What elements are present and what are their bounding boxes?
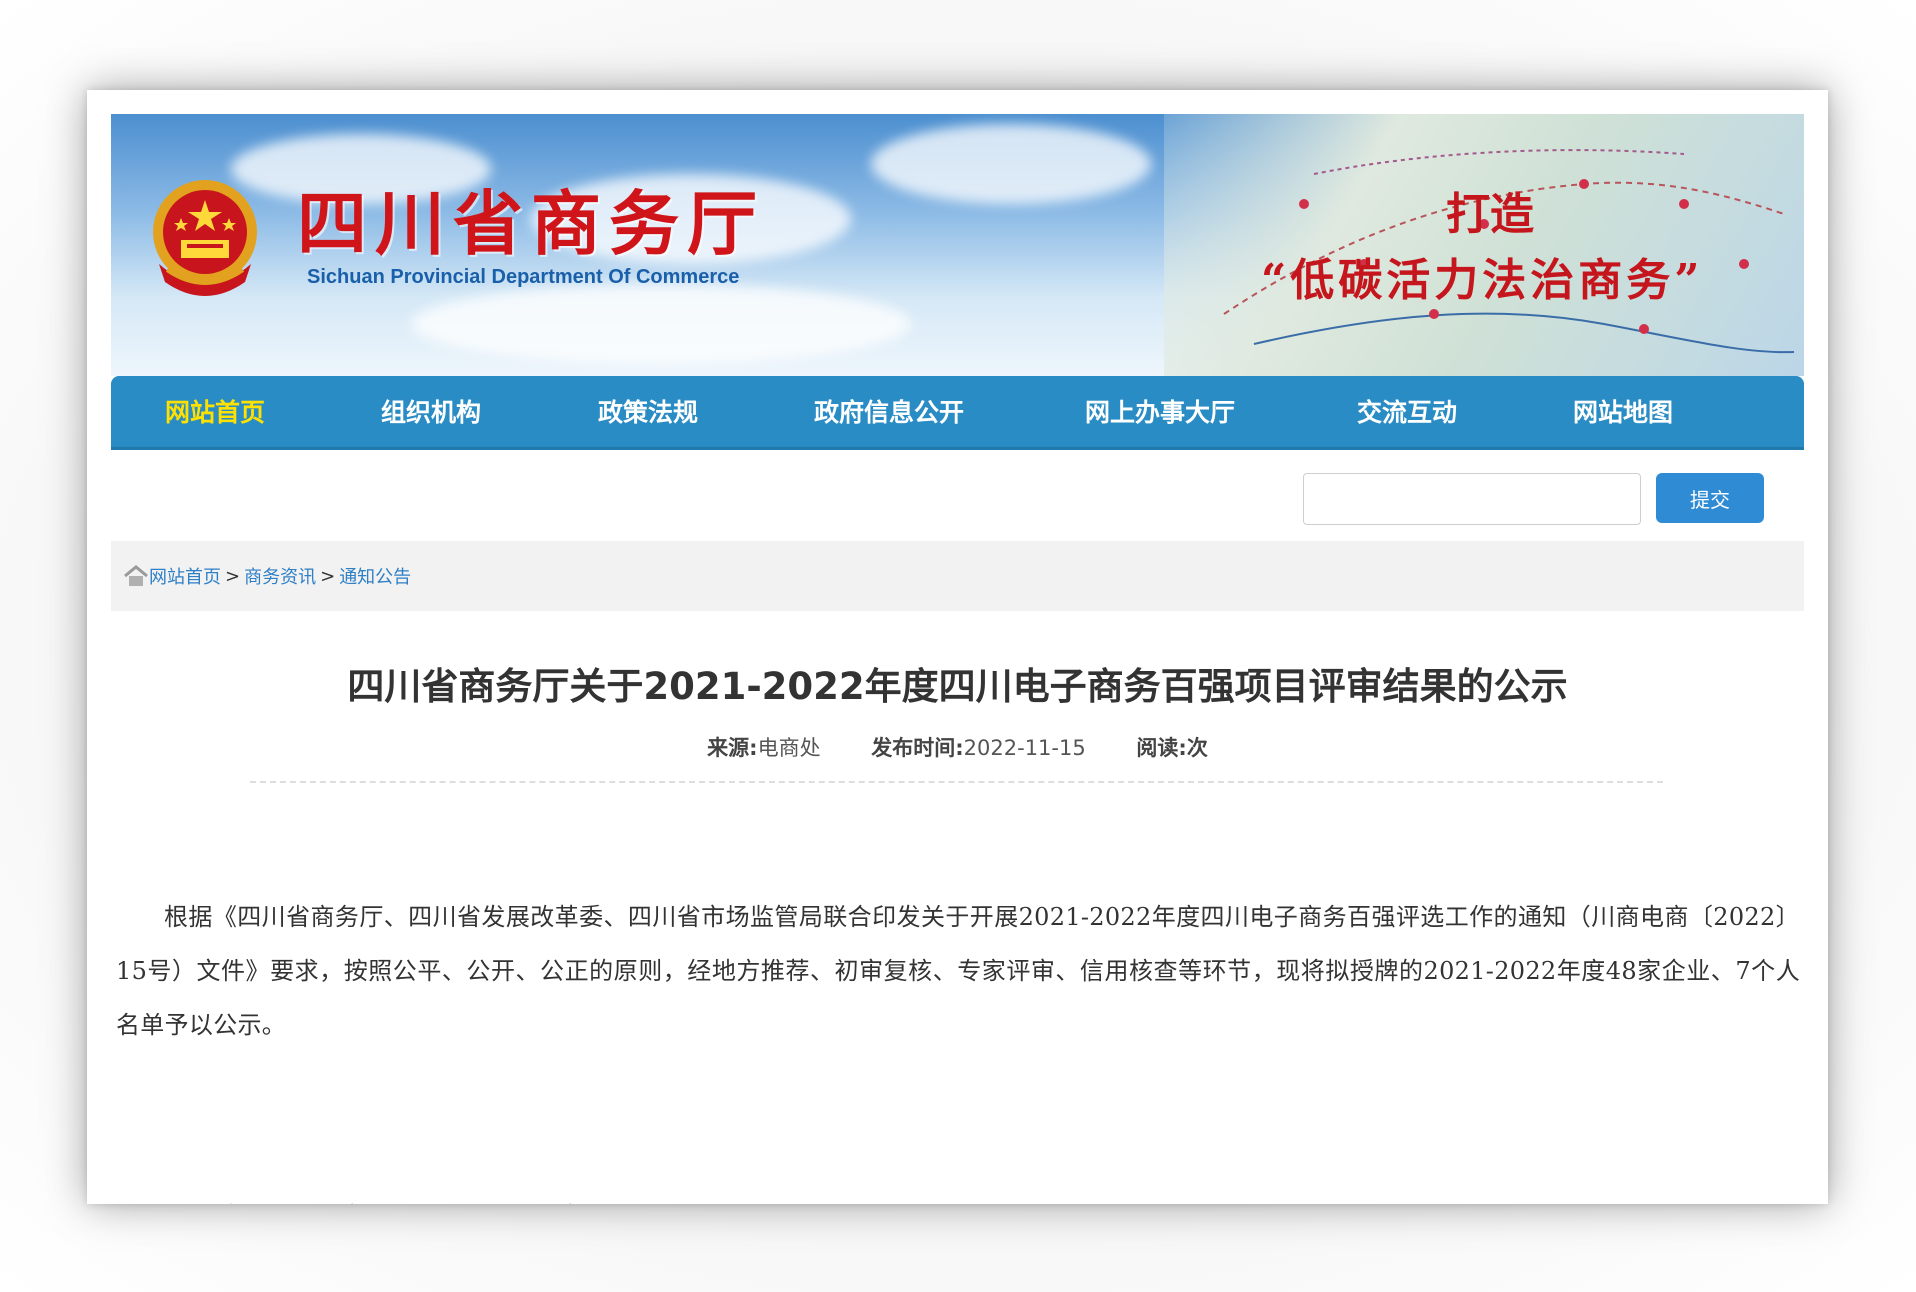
reads-value: 次 <box>1186 736 1208 760</box>
article-paragraph: 根据《四川省商务厅、四川省发展改革委、四川省市场监管局联合印发关于开展2021-… <box>116 903 1800 1039</box>
breadcrumb-notices-link[interactable]: 通知公告 <box>339 563 411 589</box>
breadcrumb-separator: > <box>320 565 336 587</box>
date-label: 发布时间: <box>871 736 964 760</box>
nav-item-interaction[interactable]: 交流互动 <box>1357 376 1457 450</box>
source-value: 电商处 <box>757 736 821 760</box>
cloud-decoration <box>411 284 911 364</box>
reads-label: 阅读: <box>1136 736 1187 760</box>
source-label: 来源: <box>707 736 758 760</box>
nav-item-gov-info[interactable]: 政府信息公开 <box>814 376 964 450</box>
meta-reads: 阅读:次 <box>1136 732 1207 762</box>
article-title: 四川省商务厅关于2021-2022年度四川电子商务百强项目评审结果的公示 <box>347 665 1568 708</box>
search-input[interactable] <box>1303 473 1641 525</box>
main-nav: 网站首页 组织机构 政策法规 政府信息公开 网上办事大厅 交流互动 网站地图 <box>111 376 1804 450</box>
site-title: 四川省商务厅 <box>297 183 765 265</box>
notice-time: 公示时间：2022年11月15日—2022年11月17日 <box>116 1196 1800 1204</box>
breadcrumb: 网站首页 > 商务资讯 > 通知公告 <box>123 563 411 589</box>
meta-divider <box>250 781 1663 783</box>
home-icon <box>124 565 148 586</box>
breadcrumb-bar: 网站首页 > 商务资讯 > 通知公告 <box>111 541 1804 611</box>
cloud-decoration <box>871 124 1151 204</box>
breadcrumb-separator: > <box>225 565 241 587</box>
site-subtitle: Sichuan Provincial Department Of Commerc… <box>307 266 740 288</box>
meta-source: 来源:电商处 <box>707 732 820 762</box>
page-card: 四川省商务厅 Sichuan Provincial Department Of … <box>87 90 1828 1204</box>
nav-item-home[interactable]: 网站首页 <box>165 376 265 450</box>
nav-item-online-services[interactable]: 网上办事大厅 <box>1085 376 1235 450</box>
breadcrumb-news-link[interactable]: 商务资讯 <box>244 563 316 589</box>
nav-item-sitemap[interactable]: 网站地图 <box>1573 376 1673 450</box>
article-meta: 来源:电商处 发布时间:2022-11-15 阅读:次 <box>87 732 1828 762</box>
breadcrumb-home-link[interactable]: 网站首页 <box>149 563 221 589</box>
meta-date: 发布时间:2022-11-15 <box>871 732 1085 762</box>
header-banner: 四川省商务厅 Sichuan Provincial Department Of … <box>111 114 1804 376</box>
slogan-line-1: 打造 <box>1446 189 1534 240</box>
nav-item-policies[interactable]: 政策法规 <box>598 376 698 450</box>
nav-item-organization[interactable]: 组织机构 <box>381 376 481 450</box>
slogan-line-2: “低碳活力法治商务” <box>1261 255 1704 306</box>
submit-button[interactable]: 提交 <box>1656 473 1764 523</box>
date-value: 2022-11-15 <box>963 736 1086 760</box>
national-emblem-icon <box>153 180 257 296</box>
